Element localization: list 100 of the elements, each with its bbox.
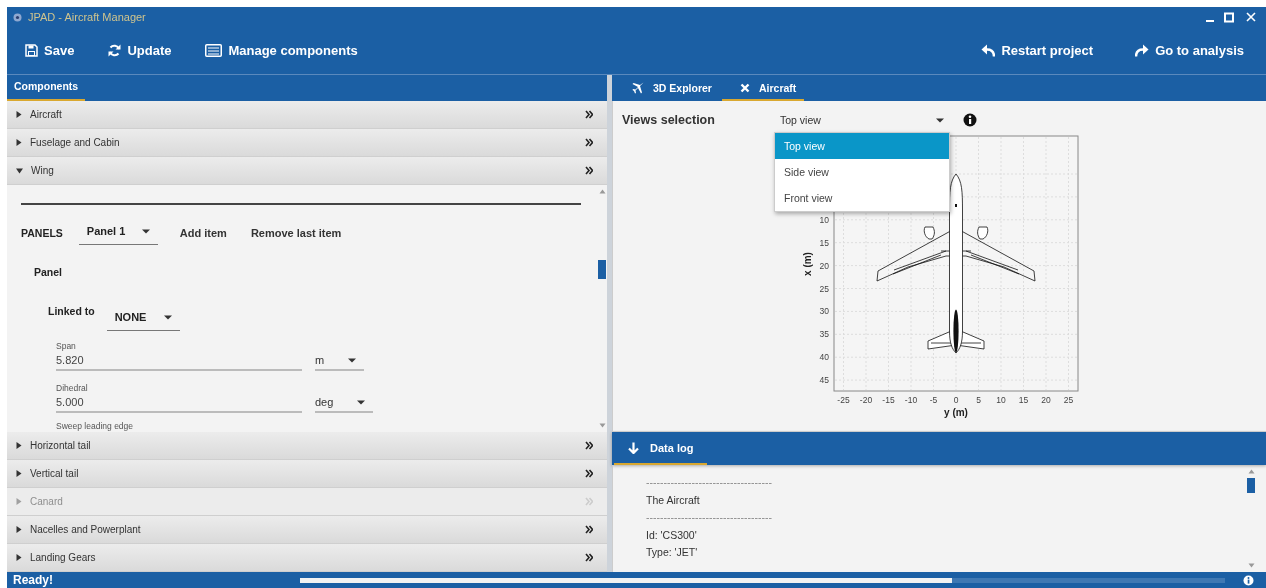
log-line: ------------------------------------ [646,475,772,490]
double-chevron-icon [585,497,593,506]
axis-tick-label: -5 [929,395,938,405]
double-chevron-icon [585,525,593,534]
log-line: Id: 'CS300' [646,527,697,543]
views-select[interactable]: Top view [780,112,946,128]
caret-right-icon [16,139,22,146]
save-icon [25,44,38,57]
down-arrow-icon [628,441,639,454]
double-chevron-icon [585,469,593,478]
field-label: Span [56,341,76,351]
axis-tick-label: 20 [819,260,829,271]
accordion-header[interactable]: Aircraft [7,101,607,129]
status-text: Ready! [13,573,54,587]
log-line: The Aircraft [646,492,700,508]
field-label: Views selection [622,113,716,127]
section-label: PANELS [21,227,63,239]
scrollbar-thumb[interactable] [1247,478,1255,493]
accordion-header[interactable]: Horizontal tail [7,432,607,460]
axis-tick-label: 15 [819,237,829,248]
log-line: ------------------------------------ [646,510,772,525]
axis-tick-label: 30 [819,306,829,317]
toolbar-button[interactable]: Go to analysis [1133,40,1246,61]
field-label: Linked to [48,305,95,317]
axis-tick-label: 10 [996,395,1006,405]
refresh-icon [108,44,122,57]
scroll-up-icon [1247,469,1255,474]
axis-tick-label: 0 [953,395,959,405]
axis-tick-label: 35 [819,329,829,340]
accordion-header[interactable]: Landing Gears [7,544,607,572]
double-chevron-icon [585,110,593,119]
caret-right-icon [16,442,22,449]
scroll-down-icon [598,423,606,428]
field-label: Sweep leading edge [56,421,134,431]
caret-icon [357,399,365,405]
scroll-down-icon [1247,563,1255,568]
text-button[interactable]: Add item [179,224,227,242]
caret-right-icon [16,526,22,533]
double-chevron-icon [585,166,593,175]
toolbar-button[interactable]: Save [23,40,77,61]
view-tab[interactable]: Aircraft [721,75,805,101]
axis-tick-label: 45 [819,375,829,386]
window-title: JPAD - Aircraft Manager [28,11,146,23]
airplane-icon [632,82,644,94]
view-tab[interactable]: 3D Explorer [628,75,716,101]
axis-tick-label: 20 [1041,395,1051,405]
axis-tick-label: -15 [882,395,895,405]
axis-tick-label: -10 [904,395,918,405]
accordion-header[interactable]: Nacelles and Powerplant [7,516,607,544]
accordion-header[interactable]: Wing [7,157,607,185]
caret-icon [936,117,944,123]
close-icon [1245,11,1258,23]
unit-select[interactable]: m [315,351,364,371]
maximize-icon [1223,11,1236,23]
linked-to-select[interactable]: NONE [106,307,180,331]
toolbar-button[interactable]: Restart project [979,40,1096,61]
field-label: Dihedral [56,383,88,393]
accordion-header[interactable]: Vertical tail [7,460,607,488]
caret-icon [141,228,150,234]
caret-right-icon [16,470,22,477]
input-field[interactable]: 5.820 [56,351,302,371]
scroll-up-icon [598,189,606,194]
info-icon [963,113,977,127]
dropdown-option[interactable]: Front view [775,185,949,211]
axis-tick-label: 25 [819,283,829,294]
caret-right-icon [16,111,22,118]
double-chevron-icon [585,553,593,562]
caret-icon [163,314,172,320]
panel-title: Panel [34,266,62,278]
axis-tick-label: -20 [859,395,873,405]
caret-icon [348,357,356,363]
axis-title: x (m) [802,252,813,276]
panel-select[interactable]: Panel 1 [78,221,158,245]
unit-select[interactable]: deg [315,393,373,413]
undo-arrow-icon [981,44,996,57]
axis-title: y (m) [944,407,968,418]
log-line: Type: 'JET' [646,545,698,560]
scrollbar-thumb[interactable] [598,260,606,279]
nacelle-drawing [923,226,935,240]
redo-arrow-icon [1135,44,1150,57]
axis-tick-label: 15 [1018,395,1029,405]
panel-tab[interactable]: Data log [614,432,708,465]
minimize-icon [1206,19,1214,22]
caret-right-icon [16,554,22,561]
axis-tick-label: 40 [819,352,829,363]
caret-right-icon [16,498,22,505]
toolbar-button[interactable]: Update [106,40,174,61]
close-icon [739,83,750,93]
list-icon [205,43,223,58]
axis-tick-label: -25 [837,395,850,405]
text-button[interactable]: Remove last item [250,224,342,242]
accordion-header[interactable]: Fuselage and Cabin [7,129,607,157]
axis-tick-label: 25 [1063,395,1074,405]
input-field[interactable]: 5.000 [56,393,302,413]
caret-down-icon [16,167,23,174]
toolbar-button[interactable]: Manage components [203,40,360,61]
nacelle-drawing [977,226,989,240]
dropdown-option[interactable]: Side view [775,159,949,185]
app-logo-icon [13,12,22,22]
double-chevron-icon [585,138,593,147]
